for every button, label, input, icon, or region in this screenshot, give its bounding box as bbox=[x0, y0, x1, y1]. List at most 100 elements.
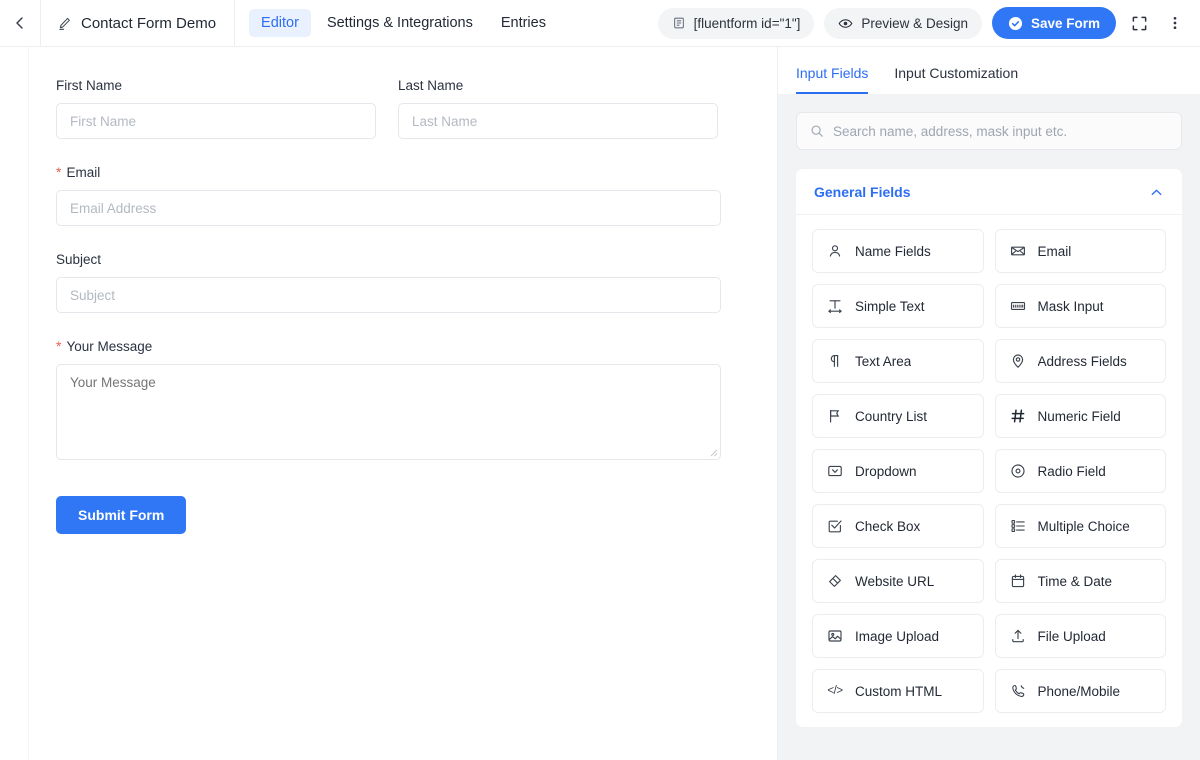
last-name-label-text: Last Name bbox=[398, 78, 464, 93]
tab-input-fields[interactable]: Input Fields bbox=[796, 65, 869, 94]
map-pin-icon bbox=[1009, 352, 1027, 370]
general-fields-group: General Fields Name Fields Email Simple … bbox=[796, 169, 1182, 727]
field-subject[interactable]: Subject bbox=[56, 252, 721, 313]
email-input[interactable] bbox=[56, 190, 721, 226]
field-item-time-date[interactable]: Time & Date bbox=[994, 559, 1166, 603]
your-message-label: * Your Message bbox=[56, 339, 721, 354]
field-item-label: Country List bbox=[855, 408, 928, 424]
field-item-label: Name Fields bbox=[855, 243, 931, 259]
canvas-gutter-line bbox=[28, 47, 29, 760]
field-item-mask-input[interactable]: Mask Input bbox=[994, 284, 1166, 328]
back-button[interactable] bbox=[0, 0, 40, 46]
tab-editor[interactable]: Editor bbox=[249, 9, 311, 37]
textarea-wrapper bbox=[56, 364, 721, 460]
field-item-label: Image Upload bbox=[855, 628, 940, 644]
field-item-numeric-field[interactable]: Numeric Field bbox=[994, 394, 1166, 438]
field-item-label: Check Box bbox=[855, 518, 921, 534]
phone-icon bbox=[1009, 682, 1027, 700]
field-item-label: Dropdown bbox=[855, 463, 917, 479]
field-item-label: Numeric Field bbox=[1037, 408, 1121, 424]
your-message-label-text: Your Message bbox=[66, 339, 153, 354]
chevron-left-icon bbox=[12, 15, 28, 31]
email-label: * Email bbox=[56, 165, 721, 180]
text-width-icon bbox=[826, 297, 844, 315]
user-icon bbox=[826, 242, 844, 260]
field-item-custom-html[interactable]: </> Custom HTML bbox=[812, 669, 984, 713]
image-icon bbox=[826, 627, 844, 645]
list-choice-icon bbox=[1009, 517, 1027, 535]
field-item-name-fields[interactable]: Name Fields bbox=[812, 229, 984, 273]
shortcode-text: [fluentform id="1"] bbox=[693, 15, 801, 31]
field-item-dropdown[interactable]: Dropdown bbox=[812, 449, 984, 493]
submit-form-button[interactable]: Submit Form bbox=[56, 496, 187, 534]
paragraph-icon bbox=[826, 352, 844, 370]
fullscreen-icon bbox=[1131, 15, 1148, 32]
required-marker-2: * bbox=[56, 338, 62, 354]
preview-design-button[interactable]: Preview & Design bbox=[824, 7, 982, 39]
form-title-group[interactable]: Contact Form Demo bbox=[41, 0, 234, 46]
radio-circle-icon bbox=[1009, 462, 1027, 480]
more-options-button[interactable] bbox=[1162, 8, 1188, 38]
save-form-label: Save Form bbox=[1030, 15, 1100, 31]
field-item-label: Simple Text bbox=[855, 298, 925, 314]
tab-settings-integrations[interactable]: Settings & Integrations bbox=[315, 9, 485, 37]
first-name-input[interactable] bbox=[56, 103, 376, 139]
chevron-up-icon[interactable] bbox=[1149, 185, 1164, 200]
top-bar-actions: [fluentform id="1"] Preview & Design Sav… bbox=[657, 0, 1188, 46]
field-item-website-url[interactable]: Website URL bbox=[812, 559, 984, 603]
panel-content: General Fields Name Fields bbox=[778, 94, 1200, 760]
form-editor-app: Contact Form Demo Editor Settings & Inte… bbox=[0, 0, 1200, 760]
top-bar: Contact Form Demo Editor Settings & Inte… bbox=[0, 0, 1200, 47]
link-diamond-icon bbox=[826, 572, 844, 590]
search-icon bbox=[810, 124, 824, 138]
field-item-label: Phone/Mobile bbox=[1037, 683, 1121, 699]
last-name-input[interactable] bbox=[398, 103, 718, 139]
copy-icon bbox=[672, 16, 686, 30]
field-your-message[interactable]: * Your Message bbox=[56, 339, 721, 460]
field-item-label: Multiple Choice bbox=[1037, 518, 1130, 534]
mask-input-icon bbox=[1009, 297, 1027, 315]
editor-body: First Name Last Name * Email bbox=[0, 47, 1200, 760]
field-item-radio-field[interactable]: Radio Field bbox=[994, 449, 1166, 493]
field-item-country-list[interactable]: Country List bbox=[812, 394, 984, 438]
field-search-input[interactable] bbox=[833, 123, 1168, 139]
field-last-name[interactable]: Last Name bbox=[398, 78, 718, 139]
tab-input-customization[interactable]: Input Customization bbox=[894, 65, 1018, 94]
field-first-name[interactable]: First Name bbox=[56, 78, 376, 139]
field-item-multiple-choice[interactable]: Multiple Choice bbox=[994, 504, 1166, 548]
fullscreen-button[interactable] bbox=[1126, 8, 1152, 38]
first-name-label-text: First Name bbox=[56, 78, 123, 93]
field-item-phone-mobile[interactable]: Phone/Mobile bbox=[994, 669, 1166, 713]
field-item-address-fields[interactable]: Address Fields bbox=[994, 339, 1166, 383]
field-item-label: Time & Date bbox=[1037, 573, 1113, 589]
eye-icon bbox=[838, 16, 853, 31]
form-name-label: Contact Form Demo bbox=[81, 14, 217, 32]
field-item-text-area[interactable]: Text Area bbox=[812, 339, 984, 383]
field-item-label: Text Area bbox=[855, 353, 912, 369]
name-fields-row: First Name Last Name bbox=[56, 78, 721, 165]
check-circle-icon bbox=[1008, 16, 1023, 31]
email-label-text: Email bbox=[66, 165, 101, 180]
field-item-check-box[interactable]: Check Box bbox=[812, 504, 984, 548]
tab-entries[interactable]: Entries bbox=[489, 9, 558, 37]
field-search-box[interactable] bbox=[796, 112, 1182, 150]
subject-input[interactable] bbox=[56, 277, 721, 313]
general-fields-header[interactable]: General Fields bbox=[796, 169, 1182, 215]
general-fields-grid: Name Fields Email Simple Text Mask Input… bbox=[796, 215, 1182, 713]
field-email[interactable]: * Email bbox=[56, 165, 721, 226]
shortcode-copy-button[interactable]: [fluentform id="1"] bbox=[657, 7, 815, 39]
field-item-email[interactable]: Email bbox=[994, 229, 1166, 273]
hash-icon bbox=[1009, 407, 1027, 425]
your-message-textarea[interactable] bbox=[56, 364, 721, 460]
required-marker: * bbox=[56, 164, 62, 180]
form-canvas: First Name Last Name * Email bbox=[0, 47, 778, 760]
general-fields-title: General Fields bbox=[814, 184, 911, 200]
save-form-button[interactable]: Save Form bbox=[991, 7, 1116, 39]
form-preview: First Name Last Name * Email bbox=[0, 47, 777, 534]
field-item-simple-text[interactable]: Simple Text bbox=[812, 284, 984, 328]
field-item-file-upload[interactable]: File Upload bbox=[994, 614, 1166, 658]
envelope-icon bbox=[1009, 242, 1027, 260]
kebab-menu-icon bbox=[1167, 15, 1183, 31]
field-item-label: File Upload bbox=[1037, 628, 1106, 644]
field-item-image-upload[interactable]: Image Upload bbox=[812, 614, 984, 658]
